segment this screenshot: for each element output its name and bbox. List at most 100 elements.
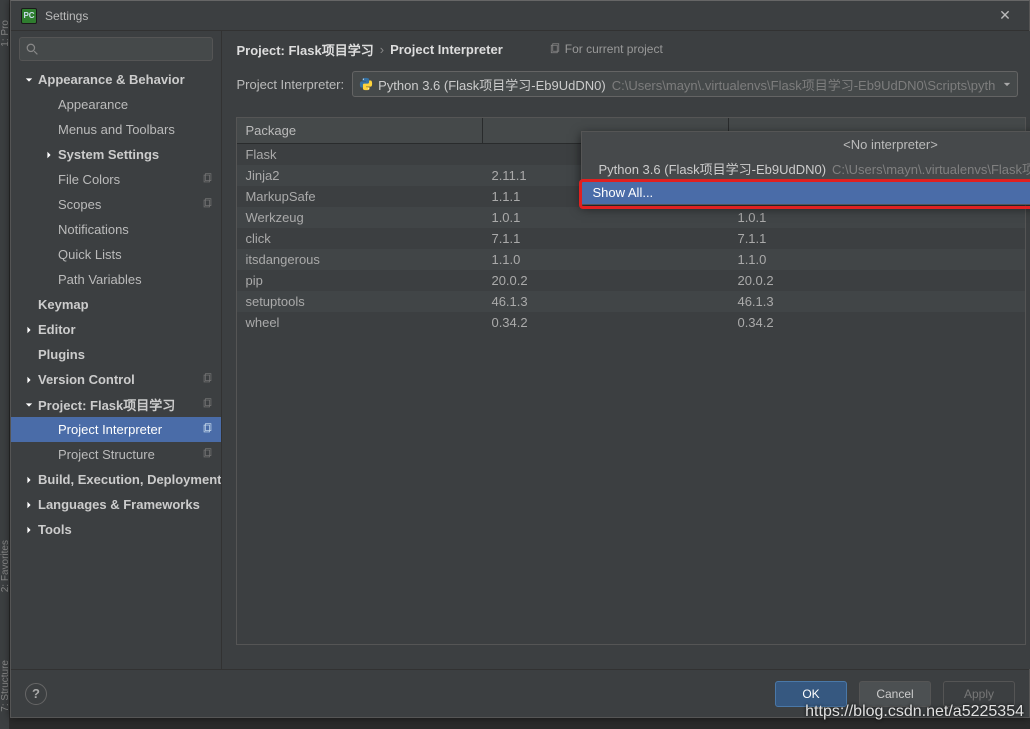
sidebar-item[interactable]: Tools [11, 517, 221, 542]
table-row[interactable]: wheel0.34.20.34.2 [237, 312, 1025, 333]
pkg-latest: 0.34.2 [729, 315, 1025, 330]
search-input[interactable] [43, 42, 206, 56]
chevron-down-icon [1003, 77, 1011, 92]
tree-arrow-icon [23, 399, 35, 411]
tree-arrow-icon [23, 74, 35, 86]
sidebar-item-label: Languages & Frameworks [38, 497, 221, 512]
tree-arrow-icon [23, 474, 35, 486]
copy-icon [202, 373, 213, 387]
titlebar: PC Settings ✕ [11, 1, 1029, 31]
pkg-name: itsdangerous [237, 252, 483, 267]
sidebar-item-label: Quick Lists [58, 247, 221, 262]
sidebar-item[interactable]: Editor [11, 317, 221, 342]
pkg-name: pip [237, 273, 483, 288]
close-icon[interactable]: ✕ [991, 7, 1019, 24]
python-icon [359, 77, 373, 91]
sidebar-item[interactable]: Notifications [11, 217, 221, 242]
settings-dialog: PC Settings ✕ Appearance & BehaviorAppea… [10, 0, 1030, 718]
dialog-footer: ? OK Cancel Apply [11, 669, 1029, 717]
search-icon [26, 43, 39, 56]
pkg-version: 1.1.0 [483, 252, 729, 267]
tree-arrow-icon [43, 274, 55, 286]
pkg-version: 1.0.1 [483, 210, 729, 225]
ok-button[interactable]: OK [775, 681, 847, 707]
pkg-version: 0.34.2 [483, 315, 729, 330]
pkg-name: MarkupSafe [237, 189, 483, 204]
ide-left-gutter: 1: Pro 2: Favorites 7: Structure [0, 0, 10, 729]
sidebar-item-label: System Settings [58, 147, 221, 162]
sidebar-item-label: Version Control [38, 372, 221, 387]
sidebar-item-label: Project Structure [58, 447, 221, 462]
tree-arrow-icon [23, 524, 35, 536]
sidebar-item[interactable]: Scopes [11, 192, 221, 217]
sidebar-item-label: Editor [38, 322, 221, 337]
pkg-latest: 46.1.3 [729, 294, 1025, 309]
table-row[interactable]: pip20.0.220.0.2 [237, 270, 1025, 291]
breadcrumb-sep: › [380, 42, 384, 57]
settings-search-field[interactable] [19, 37, 213, 61]
cancel-button[interactable]: Cancel [859, 681, 931, 707]
tree-arrow-icon [23, 324, 35, 336]
interpreter-dropdown: <No interpreter> Python 3.6 (Flask项目学习-E… [581, 131, 1030, 205]
pkg-name: Flask [237, 147, 483, 162]
tree-arrow-icon [43, 124, 55, 136]
sidebar-item[interactable]: Plugins [11, 342, 221, 367]
tree-arrow-icon [43, 149, 55, 161]
dropdown-show-all[interactable]: Show All... [582, 180, 1030, 204]
table-row[interactable]: Werkzeug1.0.11.0.1 [237, 207, 1025, 228]
sidebar-item-label: Appearance & Behavior [38, 72, 221, 87]
interpreter-gear-button[interactable] [1026, 72, 1030, 96]
sidebar-item-label: Build, Execution, Deployment [38, 472, 221, 487]
dropdown-no-interpreter[interactable]: <No interpreter> [582, 132, 1030, 156]
sidebar-item[interactable]: Quick Lists [11, 242, 221, 267]
tree-arrow-icon [23, 374, 35, 386]
help-button[interactable]: ? [25, 683, 47, 705]
sidebar-item[interactable]: Build, Execution, Deployment [11, 467, 221, 492]
sidebar-item[interactable]: Project Structure [11, 442, 221, 467]
table-row[interactable]: click7.1.17.1.1 [237, 228, 1025, 249]
sidebar-item-label: Appearance [58, 97, 221, 112]
tree-arrow-icon [23, 299, 35, 311]
interpreter-combo[interactable]: Python 3.6 (Flask项目学习-Eb9UdDN0) C:\Users… [352, 71, 1018, 97]
col-package[interactable]: Package [237, 118, 483, 143]
sidebar-item[interactable]: Project Interpreter [11, 417, 221, 442]
scope-hint: For current project [549, 42, 663, 56]
sidebar-item[interactable]: Project: Flask项目学习 [11, 392, 221, 417]
table-row[interactable]: setuptools46.1.346.1.3 [237, 291, 1025, 312]
tree-arrow-icon [43, 424, 55, 436]
breadcrumb-sub: Project Interpreter [390, 42, 503, 57]
apply-button[interactable]: Apply [943, 681, 1015, 707]
sidebar-item-label: Project Interpreter [58, 422, 221, 437]
sidebar-item-label: Menus and Toolbars [58, 122, 221, 137]
sidebar-item[interactable]: Path Variables [11, 267, 221, 292]
sidebar-item[interactable]: System Settings [11, 142, 221, 167]
pkg-name: wheel [237, 315, 483, 330]
sidebar-item-label: Project: Flask项目学习 [38, 395, 221, 414]
table-row[interactable]: itsdangerous1.1.01.1.0 [237, 249, 1025, 270]
sidebar-item[interactable]: Version Control [11, 367, 221, 392]
copy-icon [202, 423, 213, 437]
sidebar-item-label: Path Variables [58, 272, 221, 287]
pkg-latest: 1.0.1 [729, 210, 1025, 225]
interpreter-label: Project Interpreter: [236, 77, 344, 92]
sidebar-item[interactable]: Keymap [11, 292, 221, 317]
pkg-latest: 1.1.0 [729, 252, 1025, 267]
pkg-version: 20.0.2 [483, 273, 729, 288]
interpreter-name: Python 3.6 (Flask项目学习-Eb9UdDN0) [378, 75, 606, 94]
copy-icon [202, 398, 213, 412]
sidebar-item[interactable]: Appearance & Behavior [11, 67, 221, 92]
sidebar-item[interactable]: Languages & Frameworks [11, 492, 221, 517]
breadcrumb-root: Project: Flask项目学习 [236, 40, 373, 59]
settings-sidebar: Appearance & Behavior Appearance Menus and… [11, 31, 222, 669]
sidebar-item[interactable]: Menus and Toolbars [11, 117, 221, 142]
pkg-name: Werkzeug [237, 210, 483, 225]
pkg-latest: 20.0.2 [729, 273, 1025, 288]
copy-icon [202, 448, 213, 462]
breadcrumb: Project: Flask项目学习 › Project Interpreter… [222, 31, 1030, 67]
tree-arrow-icon [43, 249, 55, 261]
tree-arrow-icon [23, 499, 35, 511]
sidebar-item-label: Plugins [38, 347, 221, 362]
sidebar-item[interactable]: Appearance [11, 92, 221, 117]
sidebar-item[interactable]: File Colors [11, 167, 221, 192]
dropdown-interpreter-item[interactable]: Python 3.6 (Flask项目学习-Eb9UdDN0) C:\Users… [582, 156, 1030, 180]
